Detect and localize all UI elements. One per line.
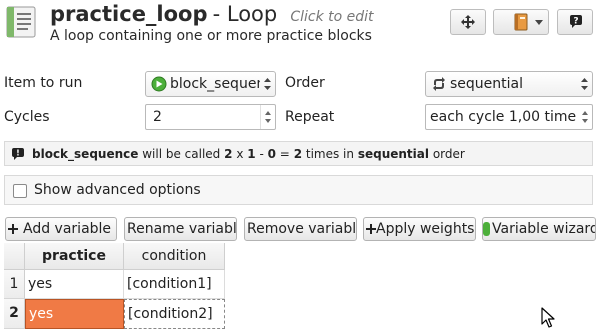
sequence-item-icon — [151, 76, 167, 92]
item-type: - Loop — [212, 2, 278, 26]
loop-summary-text: block_sequence will be called 2 x 1 - 0 … — [32, 147, 465, 161]
table-cell[interactable]: yes — [25, 270, 124, 299]
mouse-cursor-icon — [541, 307, 555, 328]
item-header: practice_loop - Loop Click to edit A loo… — [0, 0, 602, 66]
loop-table[interactable]: practice condition 1 yes [condition1] 2 … — [4, 243, 602, 335]
move-icon — [461, 15, 475, 29]
plus-icon — [366, 224, 376, 234]
repeat-label: Repeat — [285, 109, 335, 125]
click-to-edit-hint[interactable]: Click to edit — [290, 9, 373, 25]
rename-variable-button[interactable]: Rename variable — [124, 217, 237, 241]
order-value: sequential — [450, 76, 524, 92]
row-header[interactable]: 2 — [4, 299, 25, 329]
cycles-spinbox[interactable]: 2 — [145, 104, 276, 130]
help-button[interactable]: ? — [557, 9, 593, 35]
item-description[interactable]: A loop containing one or more practice b… — [50, 28, 372, 44]
row-header[interactable]: 1 — [4, 270, 25, 299]
spin-arrows-icon — [265, 111, 271, 123]
table-cell-selected[interactable]: yes — [25, 299, 124, 329]
table-cell[interactable]: [condition1] — [124, 270, 225, 299]
order-select[interactable]: sequential — [425, 71, 593, 97]
variable-wizard-button[interactable]: Variable wizard — [482, 217, 596, 241]
wizard-icon — [483, 222, 490, 236]
chevron-down-icon — [535, 20, 543, 25]
show-advanced-checkbox[interactable] — [13, 184, 27, 198]
item-to-run-value: block_sequence — [170, 76, 260, 92]
help-icon: ? — [570, 15, 582, 28]
cycles-stepper[interactable] — [260, 105, 275, 129]
loop-item-icon — [6, 6, 36, 38]
item-to-run-label: Item to run — [4, 75, 83, 91]
info-bubble-icon: ! — [12, 148, 24, 160]
advanced-options-row[interactable]: Show advanced options — [4, 175, 593, 205]
spin-arrows-icon[interactable] — [579, 105, 591, 129]
notebook-icon — [514, 13, 528, 31]
loop-summary-bar: ! block_sequence will be called 2 x 1 - … — [4, 141, 593, 166]
remove-variable-button[interactable]: Remove variable — [244, 217, 357, 241]
table-cell[interactable]: [condition2] — [124, 299, 225, 329]
plus-icon — [8, 224, 18, 234]
svg-text:!: ! — [16, 149, 20, 158]
add-variable-button[interactable]: Add variable — [5, 217, 117, 241]
item-to-run-select[interactable]: block_sequence — [145, 71, 276, 97]
item-name[interactable]: practice_loop — [50, 2, 208, 26]
column-header-condition[interactable]: condition — [124, 243, 225, 270]
column-header-practice[interactable]: practice — [25, 243, 124, 270]
repeat-value: each cycle 1,00 times — [430, 109, 576, 125]
cycle-icon — [433, 77, 445, 91]
combo-arrows-icon — [264, 78, 271, 90]
show-advanced-label[interactable]: Show advanced options — [34, 182, 201, 198]
notes-menu-button[interactable] — [493, 9, 549, 35]
move-item-button[interactable] — [450, 9, 486, 35]
repeat-input[interactable]: each cycle 1,00 times — [425, 104, 593, 130]
table-corner[interactable] — [4, 243, 25, 270]
svg-text:?: ? — [573, 17, 578, 27]
order-label: Order — [285, 75, 325, 91]
apply-weights-button[interactable]: Apply weights — [363, 217, 476, 241]
item-title[interactable]: practice_loop - Loop Click to edit — [50, 2, 374, 26]
combo-arrows-icon — [581, 78, 588, 90]
cycles-label: Cycles — [4, 109, 50, 125]
cycles-value: 2 — [153, 109, 162, 125]
